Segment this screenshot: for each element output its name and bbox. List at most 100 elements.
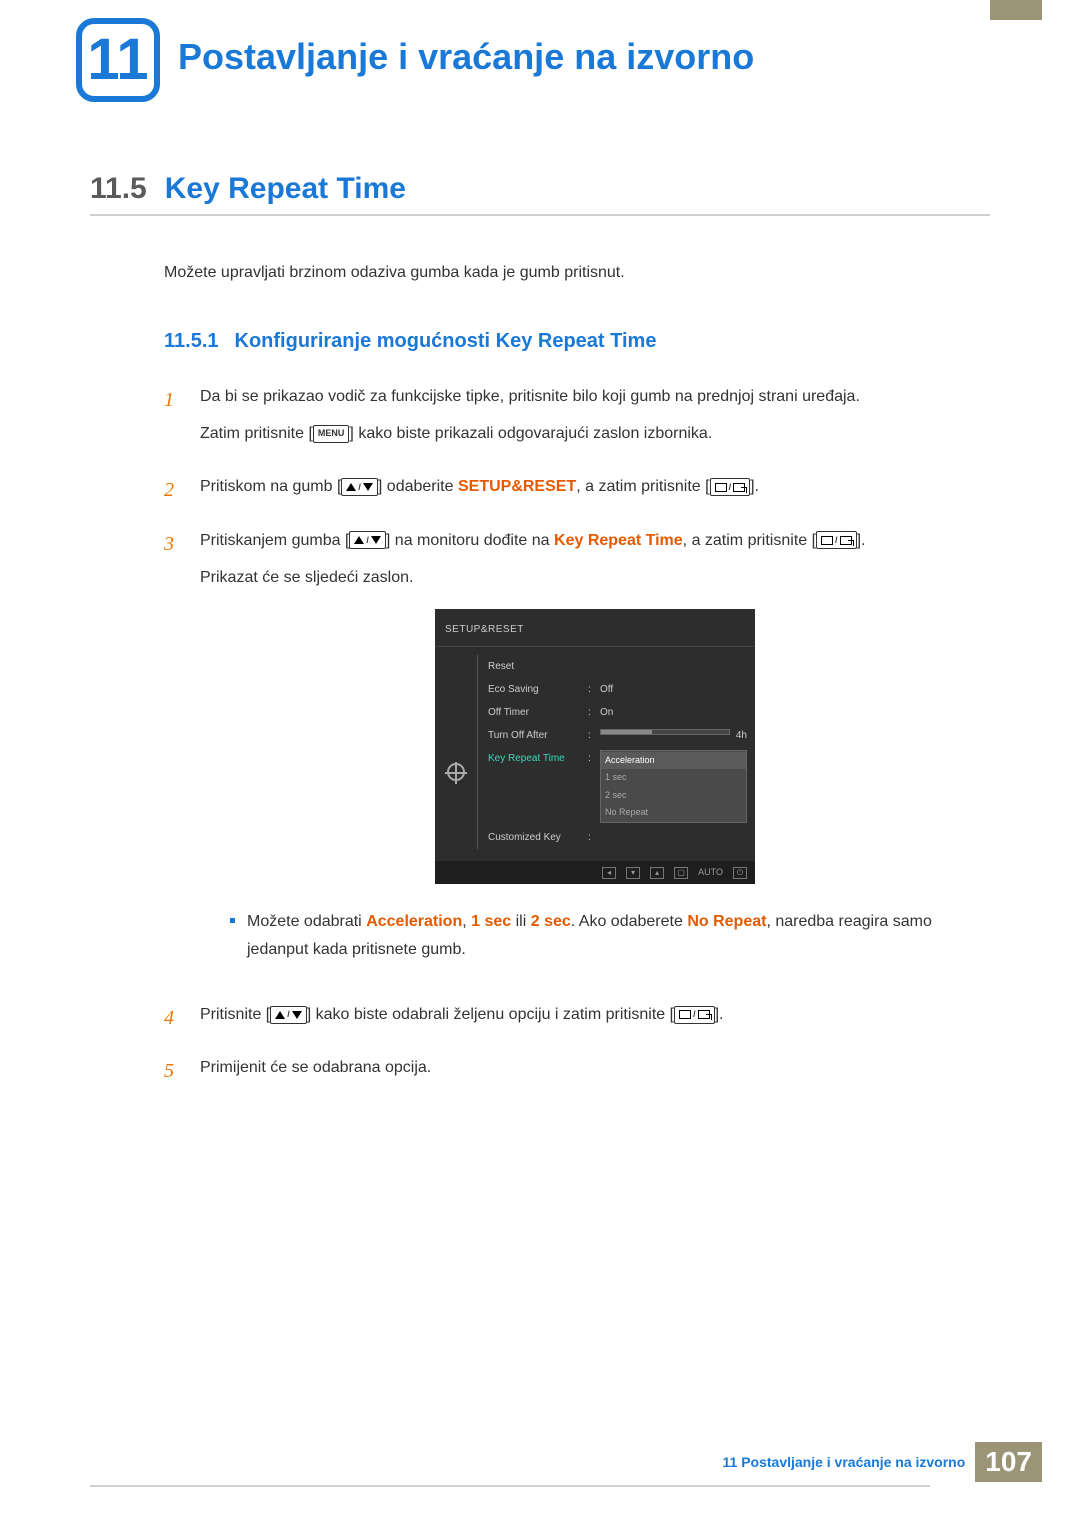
- osd-row-keyrepeat: Key Repeat Time : Acceleration 1 sec 2 s…: [488, 747, 747, 826]
- step-1-line-1: Da bi se prikazao vodič za funkcijske ti…: [200, 383, 990, 410]
- step-2: 2 Pritiskom na gumb [/] odaberite SETUP&…: [164, 473, 990, 510]
- text: Pritisnite [: [200, 1006, 270, 1023]
- osd-title: SETUP&RESET: [435, 617, 755, 647]
- chapter-header: 11 Postavljanje i vraćanje na izvorno: [0, 0, 1080, 102]
- step-3: 3 Pritiskanjem gumba [/] na monitoru dođ…: [164, 527, 990, 985]
- text: , a zatim pritisnite [: [683, 532, 816, 549]
- bullet-text: Možete odabrati Acceleration, 1 sec ili …: [247, 908, 990, 962]
- keyword: Acceleration: [366, 913, 462, 930]
- text: ] odaberite: [378, 478, 458, 495]
- osd-label: Reset: [488, 658, 588, 675]
- osd-label: Turn Off After: [488, 727, 588, 744]
- step-1: 1 Da bi se prikazao vodič za funkcijske …: [164, 383, 990, 457]
- osd-value: Off: [600, 681, 747, 698]
- step-4: 4 Pritisnite [/] kako biste odabrali žel…: [164, 1001, 990, 1038]
- enter-icon: /: [674, 1006, 715, 1024]
- text: ,: [462, 913, 471, 930]
- osd-row-reset: Reset: [488, 655, 747, 678]
- page-footer: 11 Postavljanje i vraćanje na izvorno 10…: [723, 1442, 1043, 1482]
- osd-row-offtimer: Off Timer : On: [488, 701, 747, 724]
- step-number: 4: [164, 1001, 184, 1038]
- osd-label: Off Timer: [488, 704, 588, 721]
- osd-value: On: [600, 704, 747, 721]
- osd-nav-icon: ▢: [674, 867, 688, 879]
- osd-body: Reset Eco Saving : Off Off Timer :: [435, 647, 755, 861]
- text: ].: [715, 1006, 724, 1023]
- up-down-icon: /: [349, 531, 386, 549]
- osd-auto-label: AUTO: [698, 865, 723, 880]
- osd-colon: :: [588, 704, 600, 721]
- osd-colon: :: [588, 681, 600, 698]
- osd-row-custkey: Customized Key :: [488, 826, 747, 849]
- osd-dropdown: Acceleration 1 sec 2 sec No Repeat: [600, 750, 747, 823]
- enter-icon: /: [816, 531, 857, 549]
- keyword: SETUP&RESET: [458, 478, 576, 495]
- footer-divider: [90, 1485, 930, 1487]
- section-heading: 11.5 Key Repeat Time: [90, 172, 990, 216]
- gear-icon: [447, 763, 465, 781]
- text: Zatim pritisnite [: [200, 425, 313, 442]
- subsection: 11.5.1 Konfiguriranje mogućnosti Key Rep…: [164, 330, 990, 1091]
- keyword: 1 sec: [471, 913, 511, 930]
- text: ].: [750, 478, 759, 495]
- text: ].: [857, 532, 866, 549]
- steps-list: 1 Da bi se prikazao vodič za funkcijske …: [164, 383, 990, 1091]
- text: Pritiskanjem gumba [: [200, 532, 349, 549]
- step-number: 1: [164, 383, 184, 457]
- section-intro: Možete upravljati brzinom odaziva gumba …: [164, 264, 990, 282]
- step-3-text: Pritiskanjem gumba [/] na monitoru dođit…: [200, 527, 990, 554]
- subsection-heading: 11.5.1 Konfiguriranje mogućnosti Key Rep…: [164, 330, 990, 353]
- step-number: 2: [164, 473, 184, 510]
- step-5: 5 Primijenit će se odabrana opcija.: [164, 1054, 990, 1091]
- text: . Ako odaberete: [571, 913, 688, 930]
- step-body: Pritisnite [/] kako biste odabrali želje…: [200, 1001, 990, 1038]
- text: ili: [511, 913, 531, 930]
- top-stripe: [990, 0, 1042, 20]
- chapter-number-badge: 11: [76, 18, 160, 102]
- step-body: Pritiskanjem gumba [/] na monitoru dođit…: [200, 527, 990, 985]
- step-3-extra: Prikazat će se sljedeći zaslon.: [200, 564, 990, 591]
- bullet-note: Možete odabrati Acceleration, 1 sec ili …: [230, 908, 990, 972]
- step-4-text: Pritisnite [/] kako biste odabrali želje…: [200, 1001, 990, 1028]
- step-1-line-2: Zatim pritisnite [MENU] kako biste prika…: [200, 420, 990, 447]
- step-body: Pritiskom na gumb [/] odaberite SETUP&RE…: [200, 473, 990, 510]
- section-title: Key Repeat Time: [165, 172, 406, 206]
- step-5-text: Primijenit će se odabrana opcija.: [200, 1054, 990, 1081]
- osd-colon: :: [588, 750, 600, 823]
- text: Možete odabrati: [247, 913, 366, 930]
- up-down-icon: /: [341, 478, 378, 496]
- text: Pritiskom na gumb [: [200, 478, 341, 495]
- subsection-title: Konfiguriranje mogućnosti Key Repeat Tim…: [235, 330, 657, 353]
- section-number: 11.5: [90, 172, 147, 206]
- osd-label: Customized Key: [488, 829, 588, 846]
- bullet-icon: [230, 918, 235, 923]
- text: ] kako biste odabrali željenu opciju i z…: [307, 1006, 674, 1023]
- text: , a zatim pritisnite [: [576, 478, 709, 495]
- osd-power-icon: ⏻: [733, 867, 747, 879]
- osd-screenshot: SETUP&RESET Reset Eco Saving: [435, 609, 755, 884]
- osd-row-eco: Eco Saving : Off: [488, 678, 747, 701]
- step-number: 5: [164, 1054, 184, 1091]
- menu-button-icon: MENU: [313, 425, 350, 443]
- keyword: No Repeat: [687, 913, 766, 930]
- step-body: Da bi se prikazao vodič za funkcijske ti…: [200, 383, 990, 457]
- osd-row-turnoff: Turn Off After : 4h: [488, 724, 747, 747]
- enter-icon: /: [710, 478, 751, 496]
- up-down-icon: /: [270, 1006, 307, 1024]
- osd-nav-icon: ▴: [650, 867, 664, 879]
- osd-label: Eco Saving: [488, 681, 588, 698]
- osd-menu-column: Reset Eco Saving : Off Off Timer :: [477, 655, 747, 849]
- main-section: 11.5 Key Repeat Time Možete upravljati b…: [0, 102, 1080, 1091]
- osd-footer: ◂ ▾ ▴ ▢ AUTO ⏻: [435, 861, 755, 884]
- osd-value-text: 4h: [736, 727, 747, 744]
- osd-nav-icon: ▾: [626, 867, 640, 879]
- osd-value: [600, 727, 730, 744]
- osd-gear-column: [443, 655, 469, 849]
- step-number: 3: [164, 527, 184, 985]
- page-number: 107: [975, 1442, 1042, 1482]
- text: ] na monitoru dođite na: [386, 532, 554, 549]
- osd-option-selected: Acceleration: [601, 752, 746, 769]
- keyword: 2 sec: [531, 913, 571, 930]
- chapter-title: Postavljanje i vraćanje na izvorno: [178, 36, 754, 78]
- subsection-number: 11.5.1: [164, 330, 219, 353]
